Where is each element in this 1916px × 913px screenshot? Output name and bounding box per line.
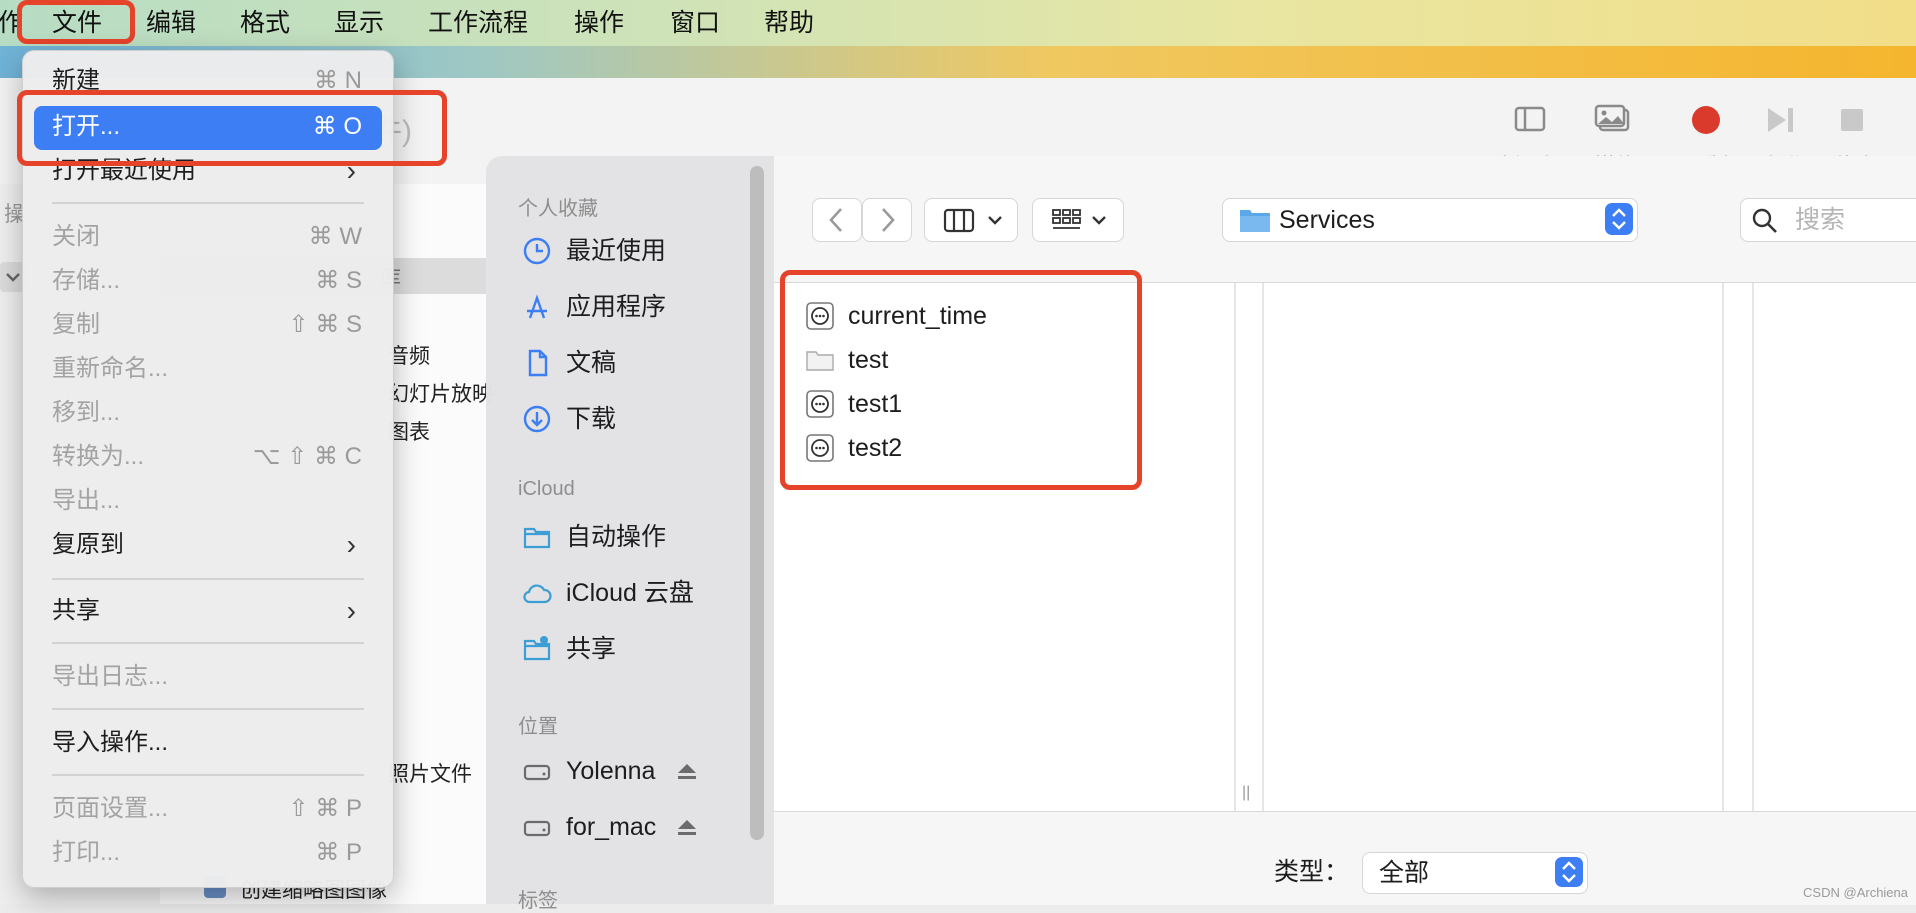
menu-bar: 作 文件 编辑 格式 显示 工作流程 操作 窗口 帮助	[0, 0, 1916, 46]
watermark: CSDN @Archiena	[1803, 885, 1908, 900]
media-button[interactable]	[1584, 100, 1644, 140]
sidebar-item-shared[interactable]: 共享	[522, 626, 762, 672]
folder-icon	[1240, 210, 1270, 232]
column-divider[interactable]	[1722, 283, 1724, 811]
drive-icon	[523, 764, 551, 781]
menu-item-duplicate[interactable]: 复制 ⇧ ⌘ S	[52, 305, 362, 345]
menu-item-export[interactable]: 导出...	[52, 481, 362, 521]
column-divider[interactable]	[1752, 283, 1754, 811]
columns-view-icon	[943, 208, 1002, 233]
up-down-chevron-icon	[1612, 208, 1626, 230]
menu-item-close[interactable]: 关闭 ⌘ W	[52, 217, 362, 257]
location-popup[interactable]: Services	[1222, 198, 1638, 242]
step-button[interactable]	[1750, 100, 1810, 140]
cloud-icon	[523, 584, 552, 604]
menubar-window[interactable]: 窗口	[670, 0, 720, 46]
annotation-box-files	[780, 270, 1142, 490]
menubar-workflow[interactable]: 工作流程	[428, 0, 528, 46]
type-label: 类型：	[1274, 858, 1350, 886]
menu-item-save[interactable]: 存储... ⌘ S	[52, 261, 362, 301]
menu-item-convert[interactable]: 转换为... ⌥ ⇧ ⌘ C	[52, 437, 362, 477]
menu-item-revert-to[interactable]: 复原到 ›	[52, 525, 362, 565]
file-type-popup[interactable]: 全部	[1362, 852, 1588, 894]
sidebar-item-icloud-drive[interactable]: iCloud 云盘	[522, 570, 762, 616]
search-placeholder: 搜索	[1795, 206, 1846, 234]
record-button[interactable]	[1676, 100, 1736, 140]
menu-separator	[52, 202, 364, 204]
sidebar-header-locations: 位置	[518, 716, 558, 738]
sidebar-header-icloud: iCloud	[518, 478, 575, 500]
applications-icon	[527, 294, 547, 319]
library-item-slideshow[interactable]: 幻灯片放映	[388, 378, 493, 408]
menu-item-export-log[interactable]: 导出日志...	[52, 657, 362, 697]
download-icon	[523, 405, 551, 433]
photos-icon	[1594, 104, 1630, 132]
record-icon	[1692, 106, 1720, 134]
sidebar-item-documents[interactable]: 文稿	[522, 340, 762, 386]
drive-icon	[523, 820, 551, 837]
menu-item-page-setup[interactable]: 页面设置... ⇧ ⌘ P	[52, 789, 362, 829]
column-resize-handle[interactable]: ||	[1242, 784, 1250, 802]
sidebar-item-automator[interactable]: 自动操作	[522, 514, 762, 560]
annotation-box-file-menu	[17, 0, 135, 44]
group-button[interactable]	[1032, 198, 1124, 242]
chevron-left-icon	[829, 208, 842, 232]
menu-item-move-to[interactable]: 移到...	[52, 393, 362, 433]
stop-button[interactable]	[1822, 100, 1882, 140]
menu-item-share[interactable]: 共享 ›	[52, 591, 362, 631]
document-icon	[528, 349, 548, 377]
sidebar-item-for-mac[interactable]: for_mac	[522, 804, 762, 850]
menu-item-print[interactable]: 打印... ⌘ P	[52, 833, 362, 873]
sidebar-icon	[1514, 106, 1546, 132]
menubar-edit[interactable]: 编辑	[146, 0, 196, 46]
sidebar-item-downloads[interactable]: 下载	[522, 396, 762, 442]
column-divider[interactable]	[1234, 283, 1236, 811]
sidebar-item-recents[interactable]: 最近使用	[522, 228, 762, 274]
grid-icon	[1052, 209, 1106, 229]
menu-item-import-actions[interactable]: 导入操作...	[52, 723, 362, 763]
eject-icon[interactable]	[676, 762, 698, 782]
menubar-action[interactable]: 操作	[574, 0, 624, 46]
library-item-charts[interactable]: 图表	[388, 416, 430, 446]
back-button[interactable]	[812, 198, 862, 242]
stop-icon	[1841, 109, 1863, 131]
popup-stepper	[1605, 203, 1633, 235]
library-item-audio[interactable]: 音频	[388, 340, 430, 370]
menubar-view[interactable]: 显示	[334, 0, 384, 46]
menu-item-rename[interactable]: 重新命名...	[52, 349, 362, 389]
annotation-box-open	[17, 90, 447, 166]
folder-icon	[523, 527, 551, 549]
menu-separator	[52, 578, 364, 580]
library-item-photo-files[interactable]: 照片文件	[388, 758, 472, 788]
sidebar-header-tags: 标签	[518, 890, 558, 912]
up-down-chevron-icon	[1562, 861, 1576, 883]
chevron-right-icon	[882, 208, 895, 232]
sidebar-header-favorites: 个人收藏	[518, 198, 598, 220]
chevron-right-icon: ›	[346, 595, 356, 626]
search-field[interactable]: 搜索	[1740, 198, 1916, 242]
eject-icon[interactable]	[676, 818, 698, 838]
menu-separator	[52, 642, 364, 644]
search-icon	[1752, 208, 1777, 233]
column-divider[interactable]	[1262, 283, 1264, 811]
step-forward-icon	[1768, 108, 1793, 132]
file-type-value: 全部	[1379, 859, 1430, 887]
forward-button[interactable]	[862, 198, 912, 242]
menubar-help[interactable]: 帮助	[764, 0, 814, 46]
clock-icon	[523, 237, 551, 265]
sidebar-item-applications[interactable]: 应用程序	[522, 284, 762, 330]
menu-separator	[52, 708, 364, 710]
chevron-right-icon: ›	[346, 529, 356, 560]
shared-folder-icon	[523, 636, 551, 661]
view-mode-button[interactable]	[924, 198, 1018, 242]
library-button[interactable]	[1500, 100, 1560, 140]
sidebar-item-yolenna[interactable]: Yolenna	[522, 748, 762, 794]
menu-separator	[52, 774, 364, 776]
popup-stepper	[1555, 857, 1583, 887]
menubar-format[interactable]: 格式	[240, 0, 290, 46]
location-label: Services	[1279, 206, 1375, 234]
